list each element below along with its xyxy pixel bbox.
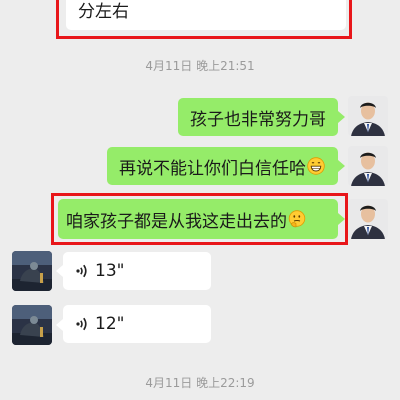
message-text: 再说不能让你们白信任哈 xyxy=(119,158,306,179)
sent-text-bubble[interactable]: 再说不能让你们白信任哈 xyxy=(107,147,338,185)
message-text: 孩子也非常努力哥 xyxy=(190,109,326,130)
bubble-tail xyxy=(338,111,345,123)
avatar[interactable] xyxy=(348,96,388,136)
bubble-tail xyxy=(338,160,345,172)
timestamp: 4月11日 晚上22:19 xyxy=(145,376,255,390)
chat-screen: 分左右 4月11日 晚上21:51 孩子也非常努力哥 再说不能让你们白信任哈 咱… xyxy=(0,0,400,400)
avatar[interactable] xyxy=(348,146,388,186)
voice-message-bubble[interactable]: 13" xyxy=(63,252,211,290)
bubble-tail xyxy=(56,319,63,331)
avatar[interactable] xyxy=(12,251,52,291)
voice-wave-icon xyxy=(75,263,89,279)
avatar[interactable] xyxy=(348,199,388,239)
grinning-face-emoji xyxy=(307,157,325,175)
highlight-box-top xyxy=(56,0,352,39)
timestamp: 4月11日 晚上21:51 xyxy=(145,59,255,73)
voice-wave-icon xyxy=(75,316,89,332)
voice-message-bubble[interactable]: 12" xyxy=(63,305,211,343)
voice-duration: 13" xyxy=(95,261,125,281)
avatar[interactable] xyxy=(12,305,52,345)
bubble-tail xyxy=(56,265,63,277)
sent-text-bubble[interactable]: 孩子也非常努力哥 xyxy=(178,98,338,136)
highlight-box xyxy=(51,193,348,245)
voice-duration: 12" xyxy=(95,314,125,334)
